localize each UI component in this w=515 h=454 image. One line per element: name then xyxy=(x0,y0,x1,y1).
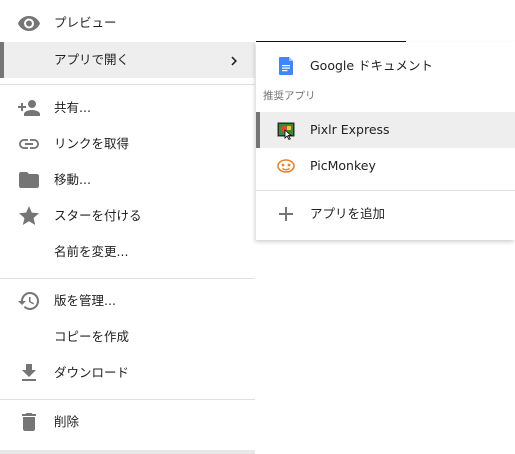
folder-icon xyxy=(17,168,41,192)
submenu-item-label: PicMonkey xyxy=(310,158,376,173)
google-docs-icon xyxy=(276,56,296,76)
menu-item-move[interactable]: 移動... xyxy=(0,162,255,198)
menu-item-delete[interactable]: 削除 xyxy=(0,404,255,440)
menu-item-label: リンクを取得 xyxy=(54,136,130,151)
menu-item-label: コピーを作成 xyxy=(54,329,130,344)
suggested-apps-header: 推奨アプリ xyxy=(263,90,316,102)
divider xyxy=(0,84,255,85)
divider xyxy=(256,190,515,191)
menu-item-label: アプリで開く xyxy=(54,52,130,67)
eye-icon xyxy=(17,11,41,35)
menu-item-label: ダウンロード xyxy=(54,365,130,380)
star-icon xyxy=(17,204,41,228)
plus-icon xyxy=(276,204,296,224)
menu-item-get-link[interactable]: リンクを取得 xyxy=(0,126,255,162)
menu-item-preview[interactable]: プレビュー xyxy=(0,5,255,41)
divider xyxy=(0,399,255,400)
menu-item-make-copy[interactable]: コピーを作成 xyxy=(0,319,255,355)
menu-item-label: スターを付ける xyxy=(54,208,142,223)
download-icon xyxy=(17,361,41,385)
trash-icon xyxy=(17,410,41,434)
submenu-item-label: アプリを追加 xyxy=(310,206,386,221)
menu-item-label: 版を管理... xyxy=(54,293,116,308)
menu-item-rename[interactable]: 名前を変更... xyxy=(0,234,255,270)
menu-item-star[interactable]: スターを付ける xyxy=(0,198,255,234)
drive-context-menu-screen: プレビュー アプリで開く 共有... リンクを取得 移動... スターを付ける … xyxy=(0,0,515,454)
link-icon xyxy=(17,132,41,156)
menu-item-label: 移動... xyxy=(54,172,91,187)
submenu-item-google-docs[interactable]: Google ドキュメント xyxy=(256,48,515,84)
submenu-item-pixlr[interactable]: Pixlr Express xyxy=(256,112,515,148)
menu-item-download[interactable]: ダウンロード xyxy=(0,355,255,391)
menu-item-label: 名前を変更... xyxy=(54,244,129,259)
menu-item-open-with[interactable]: アプリで開く xyxy=(0,42,255,78)
submenu-item-picmonkey[interactable]: PicMonkey xyxy=(256,148,515,184)
submenu-item-add-app[interactable]: アプリを追加 xyxy=(256,196,515,232)
menu-item-share[interactable]: 共有... xyxy=(0,90,255,126)
menu-item-label: 共有... xyxy=(54,100,91,115)
menu-item-label: プレビュー xyxy=(54,15,117,30)
submenu-item-label: Pixlr Express xyxy=(310,122,390,137)
scroll-edge xyxy=(0,450,255,454)
menu-item-label: 削除 xyxy=(54,414,80,429)
person-add-icon xyxy=(17,96,41,120)
pixlr-icon xyxy=(276,120,296,141)
divider xyxy=(0,278,255,279)
picmonkey-icon xyxy=(276,156,296,176)
context-menu: プレビュー アプリで開く 共有... リンクを取得 移動... スターを付ける … xyxy=(0,0,255,454)
submenu-item-label: Google ドキュメント xyxy=(310,58,434,73)
open-with-submenu: Google ドキュメント 推奨アプリ Pixlr Express PicMon… xyxy=(256,42,515,240)
chevron-right-icon xyxy=(228,53,242,67)
history-icon xyxy=(17,289,41,313)
menu-item-manage-versions[interactable]: 版を管理... xyxy=(0,283,255,319)
